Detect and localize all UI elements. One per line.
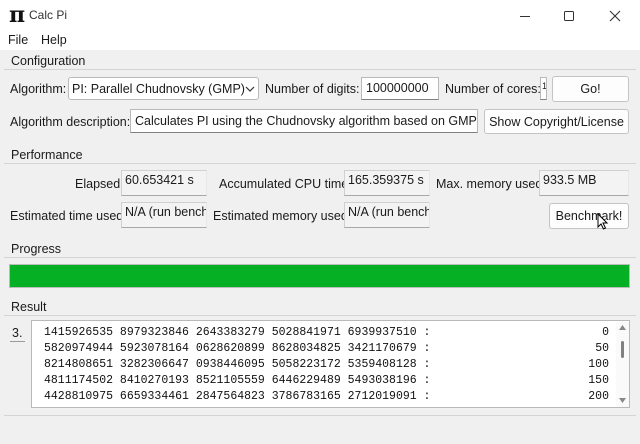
memory-label: Max. memory used: xyxy=(436,177,546,191)
window-title: Calc Pi xyxy=(29,8,68,22)
performance-group-label: Performance xyxy=(11,148,83,162)
scrollbar-thumb[interactable] xyxy=(621,341,624,358)
maximize-icon xyxy=(564,10,574,21)
progress-separator xyxy=(4,257,636,258)
estimated-memory-value: N/A (run benchmark!) xyxy=(344,202,430,228)
digits-input[interactable]: 100000000 xyxy=(361,77,439,100)
result-prefix-underline xyxy=(10,341,25,342)
close-button[interactable] xyxy=(592,0,638,31)
result-scrollbar[interactable] xyxy=(616,322,629,407)
configuration-group-label: Configuration xyxy=(11,54,86,68)
result-row-digits: 1415926535 8979323846 2643383279 5028841… xyxy=(44,326,431,339)
result-row-digits: 8214808651 3282306647 0938446095 5058223… xyxy=(44,358,431,371)
estimated-time-value: N/A (run benchmark!) xyxy=(121,202,207,228)
chevron-down-icon xyxy=(245,86,255,92)
menu-bar xyxy=(0,31,640,50)
progress-group-label: Progress xyxy=(11,242,62,256)
scroll-up-icon[interactable] xyxy=(619,325,626,330)
result-separator xyxy=(4,315,636,316)
estimated-memory-label: Estimated memory used: xyxy=(213,209,352,223)
bottom-separator xyxy=(4,415,636,416)
result-prefix: 3. xyxy=(12,326,23,340)
cpu-time-label: Accumulated CPU time: xyxy=(219,177,352,191)
algorithm-select-value: PI: Parallel Chudnovsky (GMP) xyxy=(72,82,245,96)
show-copyright-license-button[interactable]: Show Copyright/License xyxy=(484,109,629,134)
result-row-index: 200 xyxy=(588,390,609,403)
result-row-index: 150 xyxy=(588,374,609,387)
mouse-pointer-icon xyxy=(597,213,608,230)
cpu-time-value: 165.359375 s xyxy=(344,170,430,196)
progress-bar-fill xyxy=(10,265,629,287)
result-row: 5820974944 5923078164 0628620899 8628034… xyxy=(44,342,609,357)
go-button[interactable]: Go! xyxy=(552,76,629,102)
pi-app-icon: π xyxy=(9,2,26,28)
menu-help[interactable]: Help xyxy=(41,33,67,47)
close-icon xyxy=(609,10,621,21)
digits-label: Number of digits: xyxy=(265,82,360,96)
elapsed-value: 60.653421 s xyxy=(121,170,207,196)
progress-bar xyxy=(9,264,630,288)
algorithm-select[interactable]: PI: Parallel Chudnovsky (GMP) xyxy=(68,77,259,100)
result-group-label: Result xyxy=(11,300,47,314)
result-row-digits: 4428810975 6659334461 2847564823 3786783… xyxy=(44,390,431,403)
result-text-area[interactable]: 1415926535 8979323846 2643383279 5028841… xyxy=(31,320,630,408)
performance-separator xyxy=(4,163,636,164)
estimated-time-label: Estimated time used: xyxy=(10,209,127,223)
minimize-icon xyxy=(520,15,530,17)
result-row: 4428810975 6659334461 2847564823 3786783… xyxy=(44,390,609,405)
description-label: Algorithm description: xyxy=(10,115,131,129)
result-row-digits: 5820974944 5923078164 0628620899 8628034… xyxy=(44,342,431,355)
benchmark-button[interactable]: Benchmark! xyxy=(549,203,629,229)
memory-value: 933.5 MB xyxy=(539,170,629,196)
result-row-index: 0 xyxy=(602,326,609,339)
result-row: 4811174502 8410270193 8521105559 6446229… xyxy=(44,374,609,389)
result-row-digits: 4811174502 8410270193 8521105559 6446229… xyxy=(44,374,431,387)
elapsed-label: Elapsed: xyxy=(75,177,124,191)
cores-input[interactable]: 1 xyxy=(540,77,547,100)
maximize-button[interactable] xyxy=(546,0,592,31)
scroll-down-icon[interactable] xyxy=(619,398,626,403)
result-row: 8214808651 3282306647 0938446095 5058223… xyxy=(44,358,609,373)
result-row-index: 100 xyxy=(588,358,609,371)
algorithm-label: Algorithm: xyxy=(10,82,67,96)
result-row-index: 50 xyxy=(595,342,609,355)
menu-file[interactable]: File xyxy=(8,33,28,47)
result-row: 1415926535 8979323846 2643383279 5028841… xyxy=(44,326,609,341)
minimize-button[interactable] xyxy=(502,0,548,31)
cores-label: Number of cores: xyxy=(445,82,541,96)
description-field[interactable]: Calculates PI using the Chudnovsky algor… xyxy=(130,109,478,133)
configuration-separator xyxy=(4,69,636,70)
